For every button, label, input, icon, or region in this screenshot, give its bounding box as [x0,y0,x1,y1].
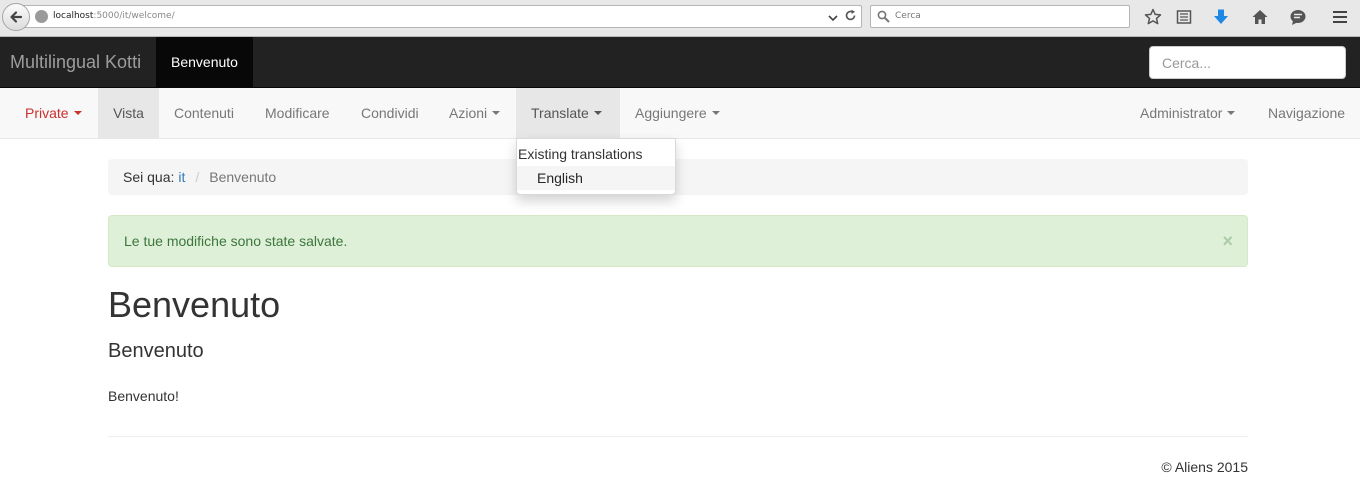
tab-contenuti[interactable]: Contenuti [174,88,234,138]
caret-down-icon [593,111,602,115]
browser-search-placeholder: Cerca [895,11,921,21]
url-text[interactable]: localhost:5000/it/welcome/ [53,11,175,21]
translate-dropdown[interactable]: Translate [516,88,620,138]
page-body: Benvenuto! [108,388,179,404]
caret-down-icon [73,111,82,115]
browser-toolbar: localhost:5000/it/welcome/ Cerca [0,0,1360,37]
translation-item-english[interactable]: English [517,166,675,190]
breadcrumb-separator: / [195,169,200,185]
alert-message: Le tue modifiche sono state salvate. [124,233,348,249]
alert-close-button[interactable]: × [1222,216,1233,266]
search-icon [877,10,890,28]
success-alert: Le tue modifiche sono state salvate. × [108,215,1248,267]
caret-down-icon [492,111,501,115]
brand-link[interactable]: Multilingual Kotti [10,52,141,73]
url-bar[interactable]: localhost:5000/it/welcome/ [22,5,862,28]
url-dropdown-icon[interactable] [828,9,838,27]
azioni-dropdown[interactable]: Azioni [449,88,501,138]
administrator-dropdown[interactable]: Administrator [1140,88,1236,138]
menu-hamburger-icon[interactable] [1329,6,1351,28]
page-title: Benvenuto [108,284,281,325]
translate-menu: Existing translations English [516,138,676,195]
tab-condividi[interactable]: Condividi [361,88,419,138]
reload-icon[interactable] [844,9,857,27]
nav-item-benvenuto[interactable]: Benvenuto [156,37,253,87]
caret-down-icon [1227,111,1236,115]
breadcrumb-link-it[interactable]: it [178,169,185,185]
private-workflow-dropdown[interactable]: Private [10,88,97,138]
azioni-label: Azioni [449,105,488,121]
private-label: Private [25,105,69,121]
breadcrumb-prefix: Sei qua: [123,169,175,185]
home-icon[interactable] [1249,6,1271,28]
breadcrumb: Sei qua: it / Benvenuto [108,159,1248,195]
browser-search-bar[interactable]: Cerca [870,5,1130,28]
page-subtitle: Benvenuto [108,340,204,362]
back-button[interactable] [2,3,30,31]
translate-label: Translate [531,105,589,121]
tab-vista[interactable]: Vista [98,88,159,138]
breadcrumb-current: Benvenuto [209,169,277,185]
bookmark-star-icon[interactable] [1142,6,1164,28]
edit-bar: Private Vista Contenuti Modificare Condi… [0,88,1360,139]
caret-down-icon [711,111,720,115]
site-identity-icon[interactable] [35,10,48,23]
aggiungere-dropdown[interactable]: Aggiungere [635,88,720,138]
back-arrow-icon [10,11,23,23]
reading-list-icon[interactable] [1173,6,1195,28]
administrator-label: Administrator [1140,105,1223,121]
tab-modificare[interactable]: Modificare [265,88,330,138]
translate-menu-header: Existing translations [518,146,643,162]
footer-divider [108,436,1248,437]
downloads-icon[interactable] [1210,6,1232,28]
navigazione-link[interactable]: Navigazione [1268,88,1345,138]
footer-copyright: © Aliens 2015 [1161,459,1248,475]
aggiungere-label: Aggiungere [635,105,707,121]
top-navbar: Multilingual Kotti Benvenuto [0,37,1360,88]
chat-icon[interactable] [1287,6,1309,28]
site-search-input[interactable] [1149,46,1346,79]
